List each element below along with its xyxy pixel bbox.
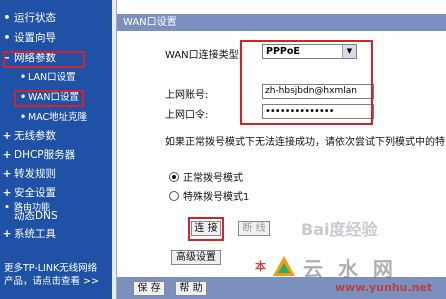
- advanced-settings-button[interactable]: 高级设置: [171, 250, 221, 265]
- password-label: 上网口令:: [165, 110, 209, 121]
- sidebar-item-dhcp[interactable]: + DHCP服务器: [0, 147, 76, 163]
- sidebar-item-setup-wizard[interactable]: • 设置向导: [0, 30, 56, 46]
- ben-watermark: 本: [255, 260, 266, 273]
- sidebar-item-mac-clone[interactable]: • MAC地址克隆: [18, 110, 87, 126]
- baidu-watermark: Bai度经验: [301, 220, 378, 239]
- conn-type-select[interactable]: PPPoE ▼: [262, 44, 357, 59]
- yunhu-logo-icon: [273, 256, 295, 276]
- sidebar-item-lan[interactable]: • LAN口设置: [18, 70, 76, 86]
- sidebar-promo-link[interactable]: 更多TP-LINK无线网络 产品，请点击查看 >>: [4, 262, 110, 288]
- sidebar-item-ddns[interactable]: 动态DNS: [0, 208, 58, 224]
- radio-checked-icon[interactable]: [169, 172, 179, 182]
- dial-mode-note: 如果正常拨号模式下无法连接成功，请依次尝试下列模式中的特: [165, 137, 445, 148]
- sidebar-item-wan[interactable]: • WAN口设置: [18, 90, 79, 106]
- conn-type-label: WAN口连接类型:: [165, 50, 243, 61]
- radio-normal-dial[interactable]: 正常拨号模式: [169, 169, 243, 184]
- main-panel: WAN口设置 WAN口连接类型: PPPoE ▼ 上网账号: zh-hbsjbd…: [116, 0, 446, 299]
- connect-button[interactable]: 连 接: [191, 221, 221, 236]
- sidebar-item-wireless[interactable]: + 无线参数: [0, 128, 56, 144]
- disconnect-button[interactable]: 断 线: [238, 221, 270, 236]
- sidebar-item-network-params[interactable]: – 网络参数: [0, 50, 56, 66]
- radio-unchecked-icon[interactable]: [169, 191, 179, 201]
- sidebar-nav: • 运行状态 • 设置向导 – 网络参数 • LAN口设置 • WAN口设置 • MAC地址…: [0, 0, 112, 299]
- save-button[interactable]: 保 存: [133, 281, 165, 296]
- page-title: WAN口设置: [117, 14, 446, 31]
- sidebar-item-security[interactable]: + 安全设置: [0, 185, 56, 201]
- account-label: 上网账号:: [165, 90, 209, 101]
- radio-special-dial[interactable]: 特殊拨号模式1: [169, 188, 249, 203]
- yunhu-url-watermark: www.yunhu.net: [335, 281, 433, 294]
- sidebar-item-forwarding[interactable]: + 转发规则: [0, 166, 56, 182]
- sidebar-item-system-tools[interactable]: + 系统工具: [0, 226, 56, 242]
- chevron-down-icon[interactable]: ▼: [342, 45, 356, 58]
- password-input[interactable]: ••••••••••••••: [262, 104, 374, 119]
- sidebar-item-status[interactable]: • 运行状态: [0, 10, 56, 26]
- help-button[interactable]: 帮 助: [175, 281, 207, 296]
- yunhu-cn-watermark: 云 水 网: [303, 257, 397, 281]
- account-input[interactable]: zh-hbsjbdn@hxmlan: [262, 84, 374, 99]
